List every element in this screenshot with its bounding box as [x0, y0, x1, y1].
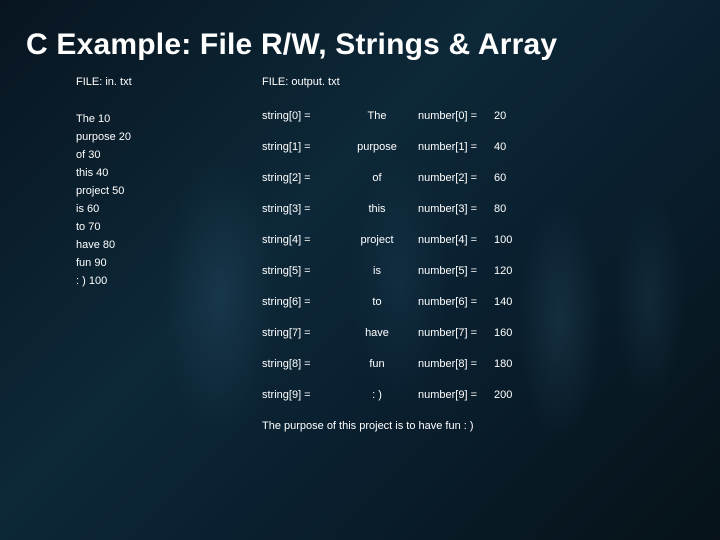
- output-cell-nk: number[3] =: [406, 203, 494, 215]
- output-row: string[1] =purposenumber[1] =40: [262, 141, 720, 153]
- output-file-rows: string[0] =Thenumber[0] =20 string[1] =pu…: [262, 110, 720, 401]
- output-cell-nv: 200: [494, 389, 524, 401]
- output-cell-nk: number[2] =: [406, 172, 494, 184]
- output-cell-sk: string[2] =: [262, 172, 348, 184]
- output-row: string[5] =isnumber[5] =120: [262, 265, 720, 277]
- output-file-header: FILE: output. txt: [262, 76, 720, 88]
- output-row: string[7] =havenumber[7] =160: [262, 327, 720, 339]
- output-cell-nv: 20: [494, 110, 524, 122]
- output-cell-sk: string[8] =: [262, 358, 348, 370]
- output-cell-nk: number[5] =: [406, 265, 494, 277]
- output-summary: The purpose of this project is to have f…: [262, 420, 720, 432]
- output-cell-sv: project: [348, 234, 406, 246]
- output-cell-sv: of: [348, 172, 406, 184]
- output-row: string[0] =Thenumber[0] =20: [262, 110, 720, 122]
- output-cell-sv: this: [348, 203, 406, 215]
- output-cell-sv: have: [348, 327, 406, 339]
- output-cell-nk: number[8] =: [406, 358, 494, 370]
- output-cell-nv: 140: [494, 296, 524, 308]
- output-cell-sv: fun: [348, 358, 406, 370]
- output-cell-nv: 160: [494, 327, 524, 339]
- input-line: of 30: [76, 146, 262, 164]
- slide-body: FILE: in. txt The 10purpose 20of 30this …: [0, 76, 720, 432]
- output-cell-nv: 120: [494, 265, 524, 277]
- output-cell-nk: number[4] =: [406, 234, 494, 246]
- input-line: purpose 20: [76, 128, 262, 146]
- input-file-column: FILE: in. txt The 10purpose 20of 30this …: [76, 76, 262, 432]
- output-row: string[3] =thisnumber[3] =80: [262, 203, 720, 215]
- output-row: string[9] =: )number[9] =200: [262, 389, 720, 401]
- input-line: project 50: [76, 182, 262, 200]
- output-cell-sv: : ): [348, 389, 406, 401]
- output-cell-sk: string[6] =: [262, 296, 348, 308]
- output-cell-nv: 60: [494, 172, 524, 184]
- output-cell-nk: number[6] =: [406, 296, 494, 308]
- output-row: string[2] =ofnumber[2] =60: [262, 172, 720, 184]
- output-row: string[8] =funnumber[8] =180: [262, 358, 720, 370]
- output-cell-nv: 80: [494, 203, 524, 215]
- output-cell-sk: string[1] =: [262, 141, 348, 153]
- output-cell-sv: is: [348, 265, 406, 277]
- output-cell-nk: number[0] =: [406, 110, 494, 122]
- input-line: : ) 100: [76, 272, 262, 290]
- output-cell-sk: string[3] =: [262, 203, 348, 215]
- output-row: string[6] =tonumber[6] =140: [262, 296, 720, 308]
- output-cell-nk: number[9] =: [406, 389, 494, 401]
- input-line: is 60: [76, 200, 262, 218]
- output-cell-sv: purpose: [348, 141, 406, 153]
- output-cell-sv: The: [348, 110, 406, 122]
- input-line: have 80: [76, 236, 262, 254]
- output-cell-nv: 100: [494, 234, 524, 246]
- input-line: to 70: [76, 218, 262, 236]
- input-line: fun 90: [76, 254, 262, 272]
- output-cell-nv: 180: [494, 358, 524, 370]
- output-cell-sk: string[5] =: [262, 265, 348, 277]
- output-file-column: FILE: output. txt string[0] =Thenumber[0…: [262, 76, 720, 432]
- slide-title: C Example: File R/W, Strings & Array: [0, 0, 720, 76]
- output-cell-sk: string[4] =: [262, 234, 348, 246]
- output-cell-sv: to: [348, 296, 406, 308]
- input-file-header: FILE: in. txt: [76, 76, 262, 88]
- output-cell-sk: string[9] =: [262, 389, 348, 401]
- input-line: The 10: [76, 110, 262, 128]
- output-cell-nk: number[7] =: [406, 327, 494, 339]
- input-file-lines: The 10purpose 20of 30this 40project 50is…: [76, 110, 262, 290]
- input-line: this 40: [76, 164, 262, 182]
- output-row: string[4] =projectnumber[4] =100: [262, 234, 720, 246]
- output-cell-nv: 40: [494, 141, 524, 153]
- output-cell-sk: string[7] =: [262, 327, 348, 339]
- output-cell-nk: number[1] =: [406, 141, 494, 153]
- output-cell-sk: string[0] =: [262, 110, 348, 122]
